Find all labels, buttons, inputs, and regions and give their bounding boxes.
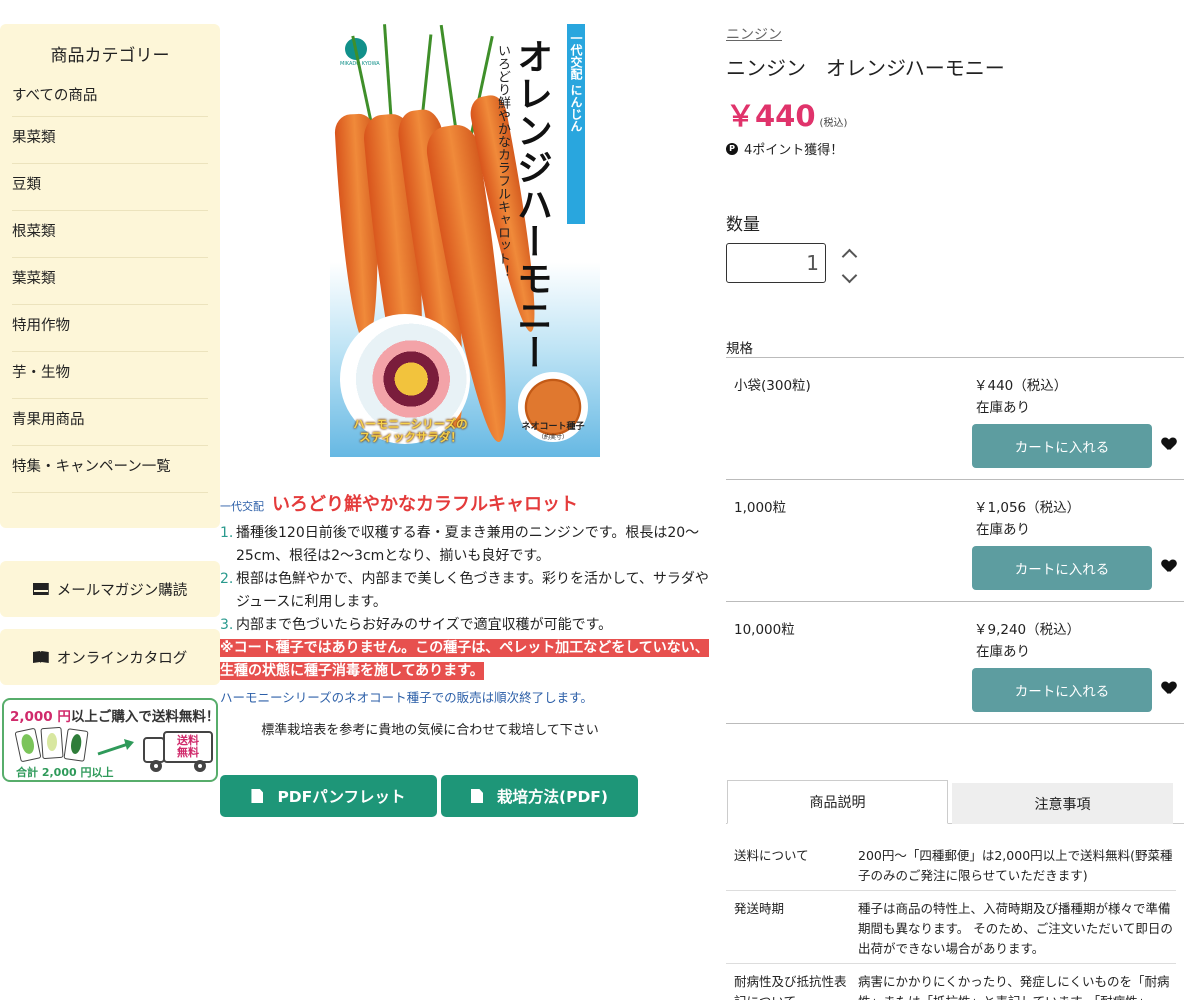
product-package-image: MIKADO KYOWA 一代交配 にんじん オレンジハーモニー いろどり鮮やか… [330,24,600,457]
heart-icon[interactable] [1162,560,1176,574]
category-item-fruit-vegetables[interactable]: 果菜類 [12,117,208,164]
variant-row: 10,000粒 ￥9,240（税込） 在庫あり カートに入れる [726,602,1184,724]
add-to-cart-button[interactable]: カートに入れる [972,424,1152,468]
heart-icon[interactable] [1162,682,1176,696]
category-item-tubers[interactable]: 芋・生物 [12,352,208,399]
category-item-beans[interactable]: 豆類 [12,164,208,211]
variant-stock: 在庫あり [976,644,1030,660]
carrot-leaf [383,24,393,125]
tab-notes[interactable]: 注意事項 [952,783,1173,824]
cultivation-pdf-label: 栽培方法(PDF) [497,788,608,806]
info-row: 耐病性及び抵抗性表記について 病害にかかりにくかったり、発症しにくいものを「耐病… [726,964,1176,1000]
product-info-table: 送料について 200円〜「四種郵便」は2,000円以上で送料無料(野菜種子のみの… [726,838,1176,1000]
variant-name: 10,000粒 [734,622,795,638]
pdf-file-icon [251,789,264,803]
product-tabs: 商品説明 注意事項 [726,780,1184,824]
coated-seed-caption: ネオコート種子 （約実寸） [521,422,585,441]
info-key: 送料について [734,848,809,863]
pdf-pamphlet-label: PDFパンフレット [277,788,406,806]
add-to-cart-button[interactable]: カートに入れる [972,668,1152,712]
free-shipping-banner[interactable]: 2,000 円以上ご購入で送料無料！ 送料無料 合計 2,000 円以上 [2,698,219,782]
category-item-produce[interactable]: 青果用商品 [12,399,208,446]
salad-caption: ハーモニーシリーズの スティックサラダ！ [353,417,468,444]
variant-price: ￥1,056（税込） [974,500,1081,516]
info-key: 発送時期 [734,901,785,916]
description-tag: 一代交配 [220,500,264,513]
online-catalog-label: オンラインカタログ [56,650,188,667]
info-value: 病害にかかりにくかったり、発症しにくいものを「耐病性」または「抵抗性」と表記して… [858,974,1170,1000]
mail-magazine-button[interactable]: メールマガジン購読 [0,561,220,617]
variant-price: ￥9,240（税込） [974,622,1081,638]
quantity-decrement-icon[interactable] [840,270,858,288]
category-item-leaf-vegetables[interactable]: 葉菜類 [12,258,208,305]
package-title: オレンジハーモニー [511,38,553,371]
variant-stock: 在庫あり [976,400,1030,416]
info-key: 耐病性及び抵抗性表記について [734,974,847,1000]
variant-table: 小袋(300粒) ￥440（税込） 在庫あり カートに入れる 1,000粒 ￥1… [726,357,1184,724]
carrot-leaf [439,24,458,135]
variant-price: ￥440（税込） [974,378,1068,394]
coated-seed-notice: ハーモニーシリーズのネオコート種子での販売は順次終了します。 [220,690,593,705]
mail-magazine-label: メールマガジン購読 [56,582,188,599]
info-row: 発送時期 種子は商品の特性上、入荷時期及び播種期が様々で準備期間も異なります。 … [726,891,1176,964]
add-to-cart-button[interactable]: カートに入れる [972,546,1152,590]
package-band: 一代交配 にんじん [567,24,585,224]
category-item-all[interactable]: すべての商品 [12,74,208,117]
product-description: 一代交配 いろどり鮮やかなカラフルキャロット 1. 播種後120日前後で収穫する春・… [220,490,715,738]
description-headline: 一代交配 いろどり鮮やかなカラフルキャロット [220,494,578,515]
envelope-icon [32,583,49,595]
info-value: 200円〜「四種郵便」は2,000円以上で送料無料(野菜種子のみのご発注に限らせ… [858,848,1173,883]
quantity-label: 数量 [726,215,760,235]
online-catalog-button[interactable]: オンラインカタログ [0,629,220,685]
spec-label: 規格 [726,341,753,357]
breadcrumb-category-link[interactable]: ニンジン [726,24,1186,44]
category-item-root-vegetables[interactable]: 根菜類 [12,211,208,258]
points-icon: P [726,142,738,155]
product-price: ￥440 (税込) [726,99,848,133]
tax-note: (税込) [819,118,848,129]
variant-row: 1,000粒 ￥1,056（税込） 在庫あり カートに入れる [726,480,1184,602]
variant-name: 小袋(300粒) [734,378,811,394]
variant-name: 1,000粒 [734,500,787,516]
pdf-file-icon [471,789,483,803]
quantity-increment-icon[interactable] [840,245,858,263]
quantity-input[interactable] [726,243,826,283]
book-icon [32,651,49,663]
package-subtitle: いろどり鮮やかなカラフルキャロット！ [495,44,510,278]
info-row: 送料について 200円〜「四種郵便」は2,000円以上で送料無料(野菜種子のみの… [726,838,1176,891]
heart-icon[interactable] [1162,438,1176,452]
cultivation-pdf-button[interactable]: 栽培方法(PDF) [441,775,638,817]
product-summary: ニンジン ニンジン オレンジハーモニー ￥440 (税込) P 4ポイント獲得！ [726,24,1186,158]
feature-list: 1. 播種後120日前後で収穫する春・夏まき兼用のニンジンです。根長は20〜25c… [220,522,715,637]
info-value: 種子は商品の特性上、入荷時期及び播種期が様々で準備期間も異なります。 そのため、… [858,901,1173,956]
product-title: ニンジン オレンジハーモニー [726,56,1005,80]
category-sidebar: 商品カテゴリー すべての商品 果菜類 豆類 根菜類 葉菜類 特用作物 芋・生物 … [0,24,220,528]
category-title: 商品カテゴリー [50,46,170,66]
tab-description[interactable]: 商品説明 [727,780,948,824]
variant-stock: 在庫あり [976,522,1030,538]
pdf-pamphlet-button[interactable]: PDFパンフレット [220,775,437,817]
points-earned: P 4ポイント獲得！ [726,139,1186,158]
category-item-special-crops[interactable]: 特用作物 [12,305,208,352]
feature-item: 3. 内部まで色づいたらお好みのサイズで適宜収穫が可能です。 [220,617,613,633]
category-item-campaigns[interactable]: 特集・キャンペーン一覧 [12,446,208,493]
free-shipping-subtext: 合計 2,000 円以上 [16,766,114,779]
seed-warning: ※コート種子ではありません。この種子は、ペレット加工などをしていない、生種の状態… [220,639,709,680]
truck-label: 送料無料 [177,734,199,759]
feature-item: 2. 根部は色鮮やかで、内部まで美しく色づきます。彩りを活かして、サラダやジュース… [220,571,709,610]
category-list: すべての商品 果菜類 豆類 根菜類 葉菜類 特用作物 芋・生物 青果用商品 特集… [0,74,220,493]
variant-row: 小袋(300粒) ￥440（税込） 在庫あり カートに入れる [726,358,1184,480]
cultivation-note: 標準栽培表を参考に貴地の気候に合わせて栽培して下さい [261,723,599,738]
feature-item: 1. 播種後120日前後で収穫する春・夏まき兼用のニンジンです。根長は20〜25c… [220,525,700,564]
